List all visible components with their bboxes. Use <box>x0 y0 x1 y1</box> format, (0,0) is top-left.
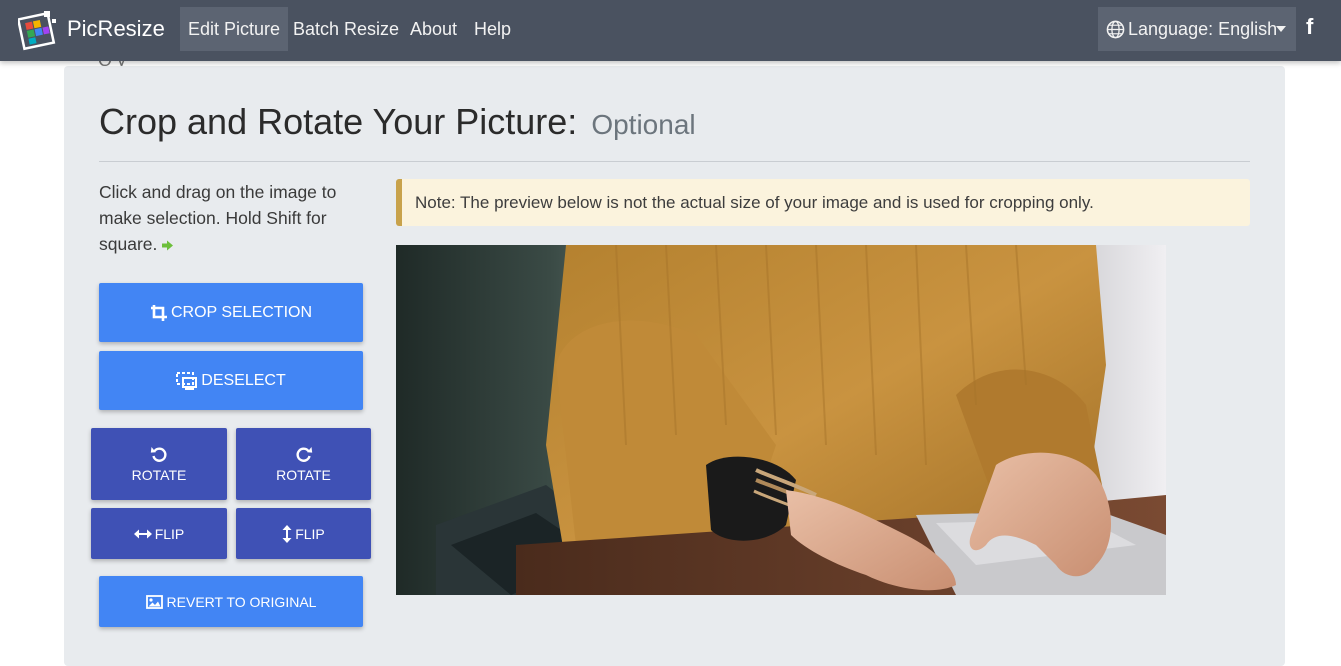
preview-note-text: Note: The preview below is not the actua… <box>415 192 1094 212</box>
caret-down-icon <box>1276 26 1286 32</box>
flip-horizontal-button[interactable]: FLIP <box>91 508 227 559</box>
page-title-optional: Optional <box>591 109 696 140</box>
revert-label: REVERT TO ORIGINAL <box>166 593 317 610</box>
rotate-left-label: ROTATE <box>131 467 187 483</box>
deselect-icon <box>176 371 198 390</box>
top-navbar: PicResize Edit Picture Batch Resize Abou… <box>0 0 1341 61</box>
instructions-text: Click and drag on the image to make sele… <box>99 182 337 254</box>
photo-illustration <box>396 245 1166 595</box>
page-title: Crop and Rotate Your Picture: Optional <box>99 100 696 147</box>
nav-about[interactable]: About <box>402 7 465 51</box>
language-label: Language: English <box>1128 18 1278 39</box>
rotate-ccw-icon <box>150 447 167 462</box>
preview-note: Note: The preview below is not the actua… <box>396 179 1250 226</box>
arrow-right-icon <box>162 240 174 251</box>
divider <box>99 161 1250 162</box>
nav-batch-resize[interactable]: Batch Resize <box>285 7 407 51</box>
logo-icon <box>18 11 56 51</box>
flip-vertical-button[interactable]: FLIP <box>236 508 371 559</box>
brand-link[interactable]: PicResize <box>18 8 165 51</box>
rotate-cw-icon <box>295 447 312 462</box>
crop-preview-image[interactable] <box>396 245 1166 595</box>
crop-instructions: Click and drag on the image to make sele… <box>99 179 349 257</box>
globe-icon <box>1106 20 1125 38</box>
nav-help[interactable]: Help <box>466 7 519 51</box>
language-dropdown[interactable]: Language: English <box>1098 7 1296 51</box>
crop-icon <box>150 304 167 321</box>
arrows-horizontal-icon <box>133 529 152 538</box>
crop-selection-button[interactable]: CROP SELECTION <box>99 283 363 342</box>
nav-edit-picture[interactable]: Edit Picture <box>180 7 289 51</box>
brand-name: PicResize <box>67 16 165 41</box>
image-icon <box>145 594 163 609</box>
deselect-button[interactable]: DESELECT <box>99 351 363 410</box>
rotate-right-button[interactable]: ROTATE <box>236 428 371 500</box>
arrows-vertical-icon <box>282 524 292 543</box>
rotate-right-label: ROTATE <box>276 467 331 483</box>
deselect-label: DESELECT <box>201 371 286 389</box>
facebook-icon[interactable]: f <box>1306 14 1322 42</box>
flip-vertical-label: FLIP <box>295 525 325 542</box>
flip-horizontal-label: FLIP <box>154 525 185 542</box>
revert-to-original-button[interactable]: REVERT TO ORIGINAL <box>99 576 363 627</box>
crop-selection-label: CROP SELECTION <box>170 303 313 321</box>
page-title-main: Crop and Rotate Your Picture: <box>99 101 578 142</box>
rotate-left-button[interactable]: ROTATE <box>91 428 227 500</box>
